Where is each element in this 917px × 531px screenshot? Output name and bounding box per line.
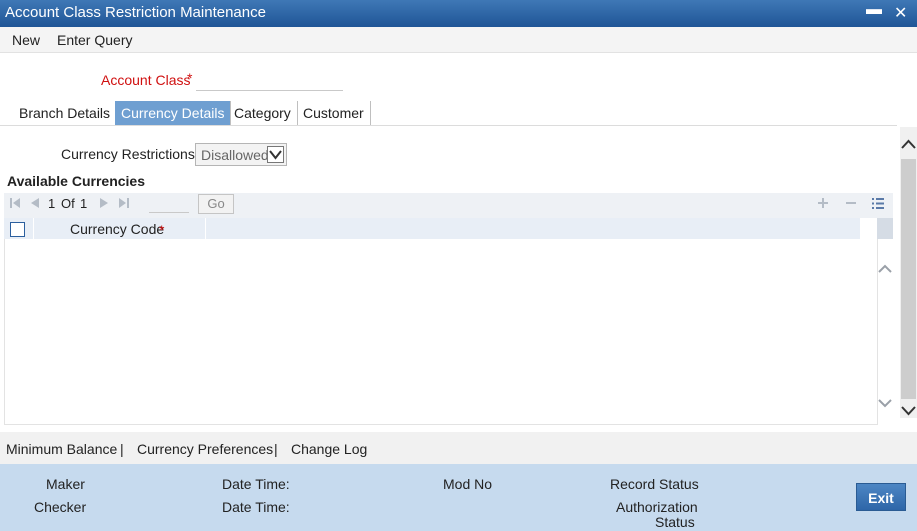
page-scroll-up-icon[interactable] (900, 138, 917, 155)
next-page-icon[interactable] (98, 197, 110, 212)
page-scroll-down-icon[interactable] (900, 403, 917, 420)
available-currencies-heading: Available Currencies (7, 173, 145, 189)
page-of-label: Of (61, 196, 75, 211)
chevron-down-icon[interactable] (267, 146, 284, 163)
link-separator: | (120, 441, 124, 457)
currency-restrictions-label: Currency Restrictions (61, 146, 195, 162)
go-button[interactable]: Go (198, 194, 234, 214)
tab-currency-details[interactable]: Currency Details (115, 101, 232, 126)
enter-query-menu-item[interactable]: Enter Query (57, 32, 132, 48)
change-log-link[interactable]: Change Log (291, 441, 367, 457)
footer-links-bar: Minimum Balance | Currency Preferences |… (0, 432, 917, 464)
page-current: 1 (48, 196, 56, 211)
page-total: 1 (80, 196, 88, 211)
tab-branch-details[interactable]: Branch Details (13, 101, 118, 126)
account-class-required-mark: * (187, 70, 193, 86)
currency-restrictions-select[interactable]: Disallowed (195, 143, 287, 166)
link-separator: | (274, 441, 278, 457)
add-row-icon[interactable] (817, 197, 829, 212)
checker-label: Checker (34, 499, 87, 515)
delete-row-icon[interactable] (845, 197, 857, 212)
grid-column-divider (33, 218, 34, 239)
tab-divider (0, 125, 897, 126)
minimize-icon[interactable]: ▬ (866, 1, 882, 19)
currency-code-column-header[interactable]: Currency Code (70, 221, 164, 237)
record-status-label: Record Status (610, 476, 699, 492)
mod-no-label: Mod No (443, 476, 493, 492)
maker-date-time-label: Date Time: (222, 476, 290, 492)
window-title: Account Class Restriction Maintenance (5, 4, 266, 21)
account-class-label: Account Class (101, 72, 191, 88)
previous-page-icon[interactable] (29, 197, 41, 212)
authorization-label: Authorization (616, 499, 698, 515)
currency-code-required-mark: * (159, 222, 165, 238)
grid-toolbar (4, 193, 893, 218)
first-page-icon[interactable] (9, 197, 21, 212)
authorization-status-label: Status (655, 514, 695, 530)
account-class-input[interactable] (196, 90, 343, 91)
currency-preferences-link[interactable]: Currency Preferences (137, 441, 273, 457)
page-scrollbar-thumb[interactable] (901, 159, 916, 399)
grid-scroll-down-icon[interactable] (877, 396, 893, 413)
single-view-icon[interactable] (871, 197, 885, 213)
grid-header-corner (877, 218, 893, 239)
tab-category[interactable]: Category (228, 101, 298, 126)
select-all-checkbox[interactable] (10, 222, 25, 237)
checker-date-time-label: Date Time: (222, 499, 290, 515)
audit-panel: Maker Checker Date Time: Date Time: Mod … (0, 464, 917, 531)
last-page-icon[interactable] (118, 197, 130, 212)
page-number-input[interactable] (149, 212, 189, 213)
currency-restrictions-value: Disallowed (201, 147, 269, 163)
tab-customer[interactable]: Customer (297, 101, 371, 126)
title-bar: Account Class Restriction Maintenance ▬ … (0, 0, 917, 27)
page-scrollbar[interactable] (900, 127, 917, 418)
currency-grid-body (4, 239, 878, 425)
new-menu-item[interactable]: New (12, 32, 40, 48)
exit-button[interactable]: Exit (856, 483, 906, 511)
close-icon[interactable]: ✕ (894, 3, 907, 23)
grid-column-divider (205, 218, 206, 239)
minimum-balance-link[interactable]: Minimum Balance (6, 441, 117, 457)
grid-scroll-up-icon[interactable] (877, 262, 893, 279)
maker-label: Maker (46, 476, 85, 492)
menu-bar: New Enter Query (0, 27, 917, 53)
